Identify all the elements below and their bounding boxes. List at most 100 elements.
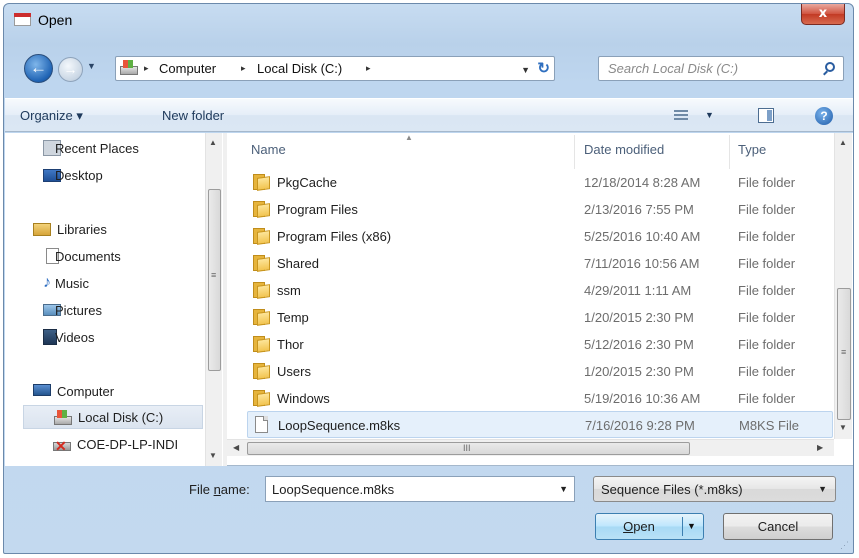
change-view-icon[interactable]	[674, 110, 688, 122]
search-box[interactable]: Search Local Disk (C:)	[598, 56, 844, 81]
app-icon	[14, 13, 31, 26]
file-type: File folder	[738, 256, 796, 271]
sidebar-item-recent-places[interactable]: Recent Places	[19, 137, 189, 161]
file-name-label: File name:	[189, 482, 250, 497]
column-header-date-modified[interactable]: Date modified	[584, 142, 664, 157]
file-row[interactable]: Program Files (x86) 5/25/2016 10:40 AM F…	[247, 223, 833, 250]
file-row[interactable]: Windows 5/19/2016 10:36 AM File folder	[247, 385, 833, 412]
file-type: File folder	[738, 337, 796, 352]
file-name: PkgCache	[277, 175, 337, 190]
file-list-vertical-scrollbar[interactable]: ▲ ≡ ▼	[834, 133, 852, 439]
file-type: File folder	[738, 310, 796, 325]
file-type: File folder	[738, 202, 796, 217]
back-button[interactable]: ←	[24, 54, 53, 83]
search-input[interactable]: Search Local Disk (C:)	[608, 61, 738, 76]
scroll-up-arrow-icon[interactable]: ▲	[209, 138, 217, 147]
split-divider	[682, 517, 683, 536]
file-type: File folder	[738, 283, 796, 298]
new-folder-button[interactable]: New folder	[162, 108, 224, 123]
file-row[interactable]: PkgCache 12/18/2014 8:28 AM File folder	[247, 169, 833, 196]
file-row[interactable]: Program Files 2/13/2016 7:55 PM File fol…	[247, 196, 833, 223]
open-button[interactable]: Open ▼	[595, 513, 704, 540]
file-row[interactable]: Thor 5/12/2016 2:30 PM File folder	[247, 331, 833, 358]
window-title: Open	[38, 12, 73, 28]
sidebar-item-pictures[interactable]: Pictures	[19, 299, 189, 323]
network-drive-icon: ✕	[53, 438, 71, 454]
cancel-button[interactable]: Cancel	[723, 513, 833, 540]
view-options-chevron-icon[interactable]: ▼	[705, 110, 714, 120]
grip-icon: ≡	[841, 347, 847, 357]
refresh-button[interactable]: ↻	[537, 59, 550, 77]
folder-icon	[253, 309, 271, 326]
grip-icon: III	[463, 443, 471, 453]
file-name-field[interactable]: LoopSequence.m8ks ▼	[265, 476, 575, 502]
file-list[interactable]: ▲ Name Date modified Type PkgCache 12/18…	[227, 133, 853, 466]
file-name: ssm	[277, 283, 301, 298]
sidebar-item-desktop[interactable]: Desktop	[19, 164, 189, 188]
scroll-left-arrow-icon[interactable]: ◀	[233, 443, 239, 452]
folder-icon	[253, 363, 271, 380]
navigation-scroll-thumb[interactable]: ≡	[208, 189, 221, 371]
content-area: Recent Places Desktop Libraries Document…	[5, 133, 853, 466]
breadcrumb-separator-icon[interactable]: ▸	[366, 63, 371, 74]
file-row[interactable]: Shared 7/11/2016 10:56 AM File folder	[247, 250, 833, 277]
file-row[interactable]: Users 1/20/2015 2:30 PM File folder	[247, 358, 833, 385]
sidebar-item-libraries[interactable]: Libraries	[5, 218, 175, 242]
file-name-dropdown-icon[interactable]: ▼	[559, 484, 568, 494]
title-bar[interactable]: Open x	[4, 4, 853, 34]
organize-button[interactable]: Organize ▾	[20, 108, 83, 124]
breadcrumb-separator-icon[interactable]: ▸	[144, 63, 149, 74]
navigation-scrollbar[interactable]: ▲ ≡ ▼	[205, 133, 222, 466]
breadcrumb-local-disk[interactable]: Local Disk (C:)	[257, 61, 342, 76]
open-options-dropdown-icon[interactable]: ▼	[687, 514, 696, 539]
file-date: 7/11/2016 10:56 AM	[584, 256, 700, 271]
navigation-pane[interactable]: Recent Places Desktop Libraries Document…	[5, 133, 223, 466]
scroll-down-arrow-icon[interactable]: ▼	[839, 423, 847, 432]
file-name-value[interactable]: LoopSequence.m8ks	[272, 482, 394, 497]
file-type-select[interactable]: Sequence Files (*.m8ks) ▼	[593, 476, 836, 502]
scroll-up-arrow-icon[interactable]: ▲	[839, 138, 847, 147]
breadcrumb-separator-icon[interactable]: ▸	[241, 63, 246, 74]
folder-icon	[253, 282, 271, 299]
close-button[interactable]: x	[801, 4, 845, 25]
folder-icon	[253, 255, 271, 272]
search-icon[interactable]	[825, 62, 835, 72]
breadcrumb-computer[interactable]: Computer	[159, 61, 216, 76]
sidebar-item-videos[interactable]: Videos	[19, 326, 189, 350]
resize-grip-icon[interactable]: ⋰	[840, 540, 849, 551]
sidebar-item-documents[interactable]: Documents	[19, 245, 189, 269]
column-divider[interactable]	[574, 135, 575, 169]
column-header-type[interactable]: Type	[738, 142, 766, 157]
vertical-scroll-thumb[interactable]: ≡	[837, 288, 851, 420]
column-divider[interactable]	[729, 135, 730, 169]
scroll-down-arrow-icon[interactable]: ▼	[209, 451, 217, 460]
sidebar-item-label: Local Disk (C:)	[78, 410, 164, 425]
file-type: File folder	[738, 391, 796, 406]
help-icon[interactable]: ?	[815, 107, 833, 125]
sidebar-item-local-disk[interactable]: Local Disk (C:)	[23, 405, 203, 429]
column-header-name[interactable]: Name	[251, 142, 286, 157]
file-name: Shared	[277, 256, 319, 271]
file-date: 4/29/2011 1:11 AM	[584, 283, 692, 298]
file-type: File folder	[738, 364, 796, 379]
file-list-horizontal-scrollbar[interactable]: ◀ III ▶	[227, 439, 834, 456]
file-name: Program Files (x86)	[277, 229, 392, 244]
sidebar-item-computer[interactable]: Computer	[5, 380, 175, 404]
drive-icon	[120, 60, 138, 77]
local-disk-icon	[54, 410, 72, 426]
file-row-selected[interactable]: LoopSequence.m8ks 7/16/2016 9:28 PM M8KS…	[247, 411, 833, 438]
file-date: 1/20/2015 2:30 PM	[584, 310, 694, 325]
file-type-dropdown-icon[interactable]: ▼	[818, 484, 827, 494]
folder-icon	[253, 228, 271, 245]
sidebar-item-network-drive[interactable]: ✕ COE-DP-LP-INDI	[19, 433, 189, 457]
address-dropdown-icon[interactable]: ▼	[521, 65, 530, 75]
preview-pane-icon[interactable]	[758, 108, 774, 123]
recent-locations-chevron-icon[interactable]: ▼	[87, 61, 96, 71]
horizontal-scroll-thumb[interactable]: III	[247, 442, 690, 455]
file-row[interactable]: Temp 1/20/2015 2:30 PM File folder	[247, 304, 833, 331]
scroll-right-arrow-icon[interactable]: ▶	[817, 443, 823, 452]
address-bar[interactable]: ▸ Computer ▸ Local Disk (C:) ▸ ▼ ↻	[115, 56, 555, 81]
sidebar-item-music[interactable]: ♪ Music	[19, 272, 189, 296]
forward-button[interactable]: →	[58, 57, 83, 82]
file-row[interactable]: ssm 4/29/2011 1:11 AM File folder	[247, 277, 833, 304]
